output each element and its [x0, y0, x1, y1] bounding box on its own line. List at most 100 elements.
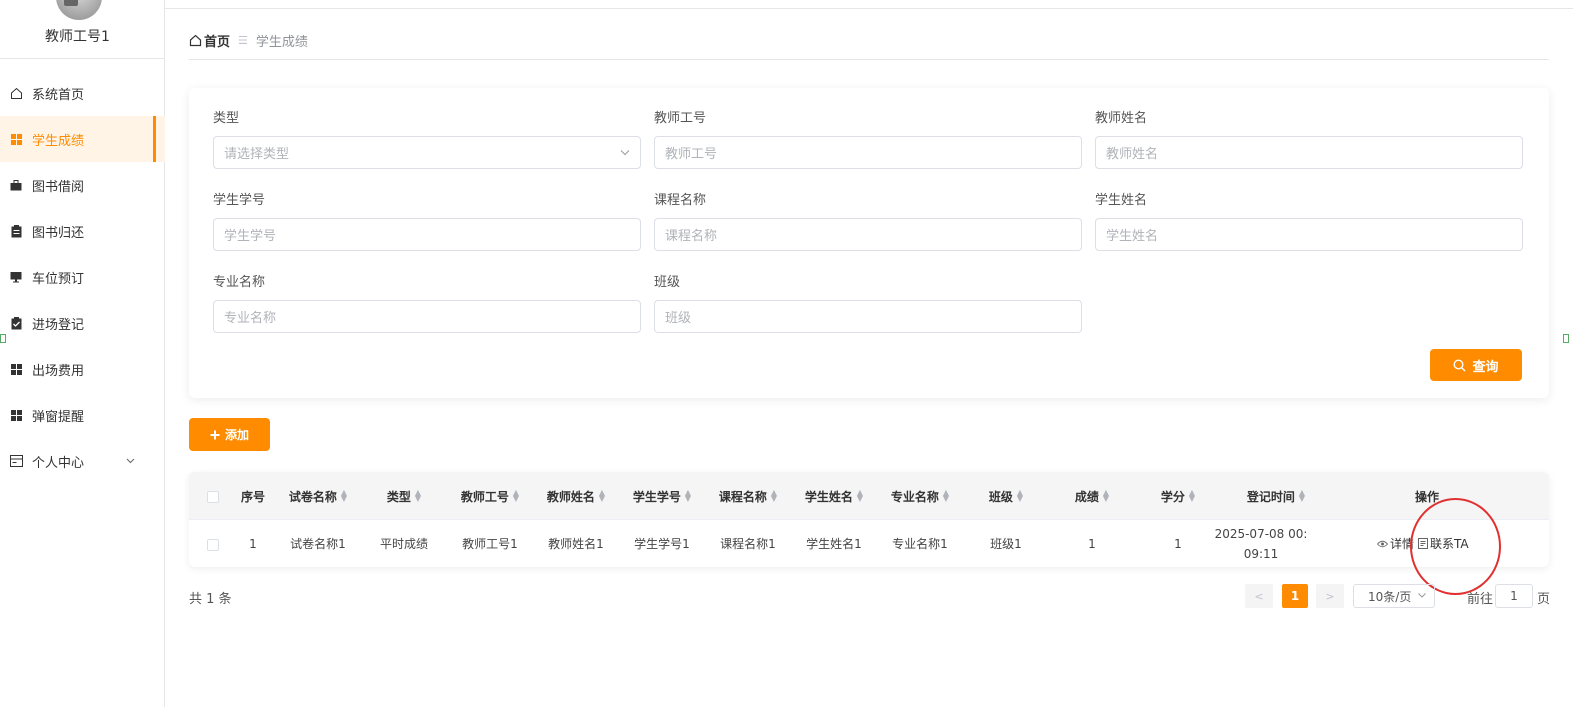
home-icon	[9, 86, 23, 100]
cell-class: 班级1	[990, 537, 1022, 551]
chevron-down-icon	[620, 146, 630, 159]
row-checkbox[interactable]	[207, 539, 219, 551]
student-name-label: 学生姓名	[1095, 193, 1148, 208]
header-register-time[interactable]: 登记时间 ▲ ▼	[1221, 472, 1331, 520]
sort-icon: ▲ ▼	[684, 488, 692, 503]
header-type[interactable]: 类型 ▲ ▼	[361, 472, 447, 520]
sidebar-item-label: 进场登记	[32, 317, 85, 333]
sidebar-item-personal-center[interactable]: 个人中心	[0, 438, 165, 484]
contact-link[interactable]: 联系TA	[1418, 535, 1469, 552]
header-teacher-id[interactable]: 教师工号 ▲ ▼	[447, 472, 533, 520]
sidebar-item-label: 学生成绩	[32, 133, 85, 149]
teacher-name-placeholder: 教师姓名	[1106, 147, 1159, 162]
sidebar-item-parking[interactable]: 车位预订	[0, 254, 165, 300]
sidebar-item-entry-register[interactable]: 进场登记	[0, 300, 165, 346]
header-actions: 操作	[1414, 489, 1439, 504]
cell-index: 1	[249, 536, 257, 551]
sort-icon: ▲ ▼	[414, 488, 422, 503]
header-index: 序号	[240, 489, 265, 504]
sidebar-item-label: 出场费用	[32, 363, 85, 379]
type-label: 类型	[213, 111, 240, 126]
document-icon	[1418, 538, 1429, 549]
briefcase-icon	[9, 178, 23, 192]
header-class[interactable]: 班级 ▲ ▼	[963, 472, 1049, 520]
cell-student-name: 学生姓名1	[806, 537, 862, 551]
sidebar-item-home[interactable]: 系统首页	[0, 70, 165, 116]
page-size-select[interactable]: 10条/页	[1353, 584, 1435, 608]
goto-prefix: 前往	[1467, 592, 1494, 607]
sidebar-item-popup-reminder[interactable]: 弹窗提醒	[0, 392, 165, 438]
sort-icon: ▲ ▼	[856, 488, 864, 503]
select-all-checkbox[interactable]	[207, 491, 219, 503]
grid-icon	[9, 132, 23, 146]
avatar[interactable]	[56, 0, 102, 20]
goto-page-input[interactable]: 1	[1495, 584, 1533, 608]
student-name-placeholder: 学生姓名	[1106, 229, 1159, 244]
chevron-down-icon	[1418, 591, 1426, 601]
header-score[interactable]: 成绩 ▲ ▼	[1049, 472, 1135, 520]
course-name-placeholder: 课程名称	[665, 229, 718, 244]
major-name-input[interactable]: 专业名称	[213, 300, 641, 333]
sidebar-item-label: 图书借阅	[32, 179, 85, 195]
prev-page-button[interactable]: <	[1245, 584, 1273, 608]
cell-teacher-id: 教师工号1	[462, 537, 518, 551]
cell-teacher-name: 教师姓名1	[548, 537, 604, 551]
goto-suffix: 页	[1537, 592, 1551, 607]
type-placeholder: 请选择类型	[224, 147, 290, 162]
register-time-line1: 2025-07-08 00:	[1214, 526, 1308, 541]
teacher-id-field: 教师工号 教师工号	[654, 111, 1082, 169]
sidebar-menu: 系统首页 学生成绩 图书借阅 图书归还 车位预订 进场登记 出场费用 弹窗提醒 …	[0, 70, 165, 484]
class-field: 班级 班级	[654, 275, 1082, 333]
edge-marker-left	[0, 334, 6, 343]
header-teacher-name[interactable]: 教师姓名 ▲ ▼	[533, 472, 619, 520]
sidebar-item-exit-fee[interactable]: 出场费用	[0, 346, 165, 392]
plus-icon	[210, 430, 220, 440]
add-button[interactable]: 添加	[189, 418, 270, 451]
major-name-label: 专业名称	[213, 275, 266, 290]
header-course-name[interactable]: 课程名称 ▲ ▼	[705, 472, 791, 520]
header-student-id[interactable]: 学生学号 ▲ ▼	[619, 472, 705, 520]
major-name-field: 专业名称 专业名称	[213, 275, 641, 333]
type-select[interactable]: 请选择类型	[213, 136, 641, 169]
cell-register-time: 2025-07-08 00: 09:11	[1211, 520, 1311, 567]
breadcrumb-home-label: 首页	[204, 34, 231, 50]
sidebar-item-label: 个人中心	[32, 455, 85, 471]
cell-course-name: 课程名称1	[720, 537, 776, 551]
detail-link[interactable]: 详情	[1377, 535, 1414, 552]
row-actions: 详情 联系TA	[1377, 520, 1469, 567]
header-major-name[interactable]: 专业名称 ▲ ▼	[877, 472, 963, 520]
teacher-name-field: 教师姓名 教师姓名	[1095, 111, 1523, 169]
class-label: 班级	[654, 275, 681, 290]
username: 教师工号1	[45, 29, 110, 45]
student-id-input[interactable]: 学生学号	[213, 218, 641, 251]
sort-icon: ▲ ▼	[942, 488, 950, 503]
type-field: 类型 请选择类型	[213, 111, 641, 169]
sidebar: 教师工号1 系统首页 学生成绩 图书借阅 图书归还 车位预订 进场登记 出场费用…	[0, 0, 165, 707]
header-divider	[165, 8, 1573, 9]
teacher-id-input[interactable]: 教师工号	[654, 136, 1082, 169]
breadcrumb-home[interactable]: 首页	[189, 31, 230, 50]
cell-type: 平时成绩	[379, 537, 428, 551]
class-input[interactable]: 班级	[654, 300, 1082, 333]
teacher-name-input[interactable]: 教师姓名	[1095, 136, 1523, 169]
course-name-field: 课程名称 课程名称	[654, 193, 1082, 251]
chevron-down-icon	[126, 456, 135, 467]
table-header: 序号 试卷名称 ▲ ▼ 类型 ▲ ▼ 教师工号 ▲ ▼ 教师姓名 ▲ ▼ 学生学号 ▲ ▼ 课程名称…	[189, 472, 1549, 520]
eye-icon	[1377, 540, 1388, 548]
student-id-field: 学生学号 学生学号	[213, 193, 641, 251]
header-student-name[interactable]: 学生姓名 ▲ ▼	[791, 472, 877, 520]
sidebar-item-book-borrow[interactable]: 图书借阅	[0, 162, 165, 208]
sidebar-item-book-return[interactable]: 图书归还	[0, 208, 165, 254]
breadcrumb: 首页 ☰ 学生成绩	[189, 31, 308, 50]
student-name-input[interactable]: 学生姓名	[1095, 218, 1523, 251]
query-button[interactable]: 查询	[1430, 349, 1522, 381]
card-icon	[9, 454, 23, 468]
page-number-button[interactable]: 1	[1282, 584, 1308, 608]
course-name-input[interactable]: 课程名称	[654, 218, 1082, 251]
header-credit[interactable]: 学分 ▲ ▼	[1135, 472, 1221, 520]
sidebar-item-student-scores[interactable]: 学生成绩	[0, 116, 165, 162]
next-page-button[interactable]: >	[1316, 584, 1344, 608]
grid-icon	[9, 362, 23, 376]
course-name-label: 课程名称	[654, 193, 707, 208]
header-exam-name[interactable]: 试卷名称 ▲ ▼	[275, 472, 361, 520]
